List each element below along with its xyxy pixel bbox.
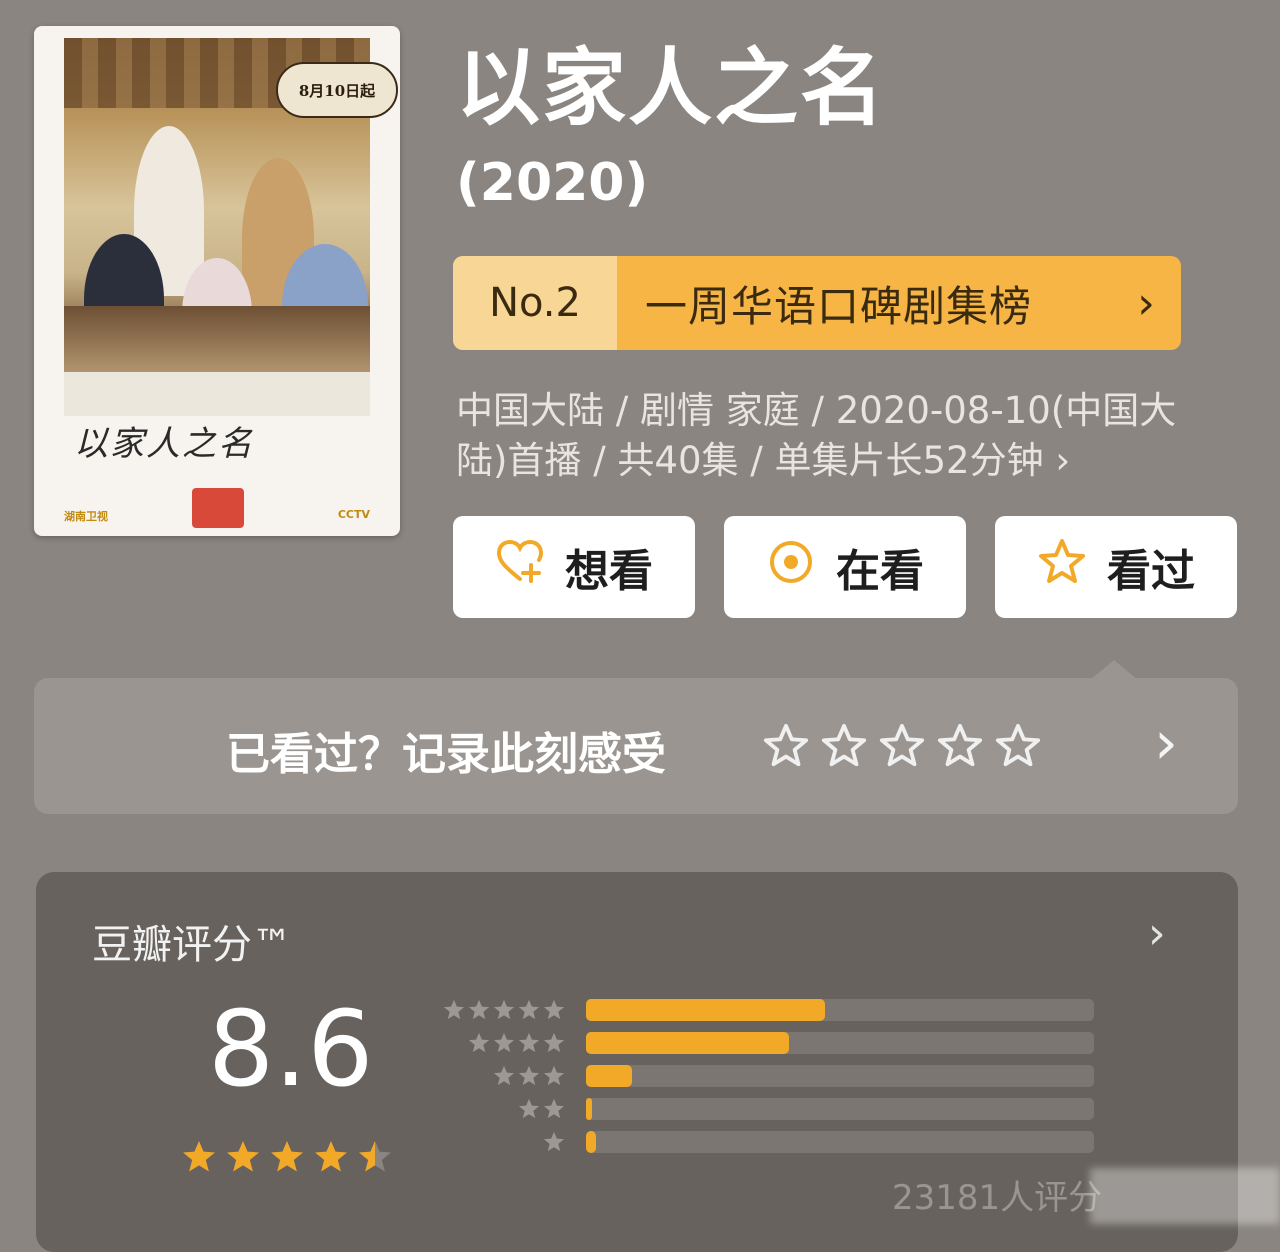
star-half-icon bbox=[359, 1141, 391, 1172]
star-filled-icon bbox=[227, 1141, 259, 1172]
star-filled-icon bbox=[493, 1065, 515, 1086]
distribution-row bbox=[436, 1128, 1094, 1156]
target-circle-icon bbox=[766, 537, 816, 598]
watermark bbox=[1090, 1168, 1280, 1224]
distribution-row bbox=[436, 1029, 1094, 1057]
distribution-row bbox=[436, 1062, 1094, 1090]
poster-cloth bbox=[64, 372, 370, 416]
star-outline-icon[interactable] bbox=[878, 722, 926, 770]
distribution-track bbox=[586, 1065, 1094, 1087]
chevron-right-icon[interactable]: › bbox=[1148, 908, 1166, 959]
star-filled-icon bbox=[543, 1131, 565, 1152]
star-filled-icon bbox=[468, 999, 490, 1020]
star-filled-icon bbox=[543, 999, 565, 1020]
douban-rating-card[interactable]: 豆瓣评分™ › 8.6 23181人评分 bbox=[36, 872, 1238, 1252]
distribution-track bbox=[586, 999, 1094, 1021]
panel-pointer bbox=[1090, 660, 1138, 680]
watched-label: 看过 bbox=[1107, 546, 1195, 597]
star-filled-icon bbox=[493, 1032, 515, 1053]
distribution-star-label bbox=[436, 1031, 566, 1055]
distribution-bar bbox=[586, 1065, 632, 1087]
rating-count: 23181人评分 bbox=[892, 1178, 1103, 1218]
want-to-watch-label: 想看 bbox=[565, 546, 653, 597]
star-filled-icon bbox=[315, 1141, 347, 1172]
rating-score: 8.6 bbox=[208, 988, 374, 1110]
poster-title-art: 以家人之名 bbox=[74, 424, 254, 464]
distribution-star-label bbox=[436, 1097, 566, 1121]
poster-footer: 湖南卫视 CCTV bbox=[34, 488, 400, 528]
star-filled-icon bbox=[518, 1065, 540, 1086]
chevron-right-icon: › bbox=[1137, 277, 1155, 329]
poster-footer-left: 湖南卫视 bbox=[64, 510, 108, 523]
rank-number: No.2 bbox=[453, 256, 617, 350]
watched-button[interactable]: 看过 bbox=[995, 516, 1237, 618]
distribution-track bbox=[586, 1098, 1094, 1120]
star-filled-icon bbox=[518, 999, 540, 1020]
distribution-row bbox=[436, 996, 1094, 1024]
distribution-bar bbox=[586, 1131, 597, 1153]
poster-image[interactable]: 8月10日起 以家人之名 湖南卫视 CCTV bbox=[34, 26, 400, 536]
star-outline-icon[interactable] bbox=[762, 722, 810, 770]
distribution-row bbox=[436, 1095, 1094, 1123]
rating-label: 豆瓣评分™ bbox=[92, 922, 292, 968]
distribution-star-label bbox=[436, 1064, 566, 1088]
distribution-track bbox=[586, 1131, 1094, 1153]
distribution-track bbox=[586, 1032, 1094, 1054]
star-filled-icon bbox=[468, 1032, 490, 1053]
distribution-star-label bbox=[436, 1130, 566, 1154]
poster-footer-right: CCTV bbox=[337, 508, 370, 521]
poster-table bbox=[64, 306, 370, 376]
rating-stars-display bbox=[180, 1138, 394, 1176]
rank-label: 一周华语口碑剧集榜 bbox=[645, 281, 1033, 331]
rank-banner[interactable]: No.2 一周华语口碑剧集榜 › bbox=[453, 256, 1181, 350]
star-filled-icon bbox=[518, 1032, 540, 1053]
distribution-star-label bbox=[436, 998, 566, 1022]
star-filled-icon bbox=[543, 1098, 565, 1119]
watching-label: 在看 bbox=[836, 546, 924, 597]
release-year: (2020) bbox=[456, 153, 649, 213]
star-outline-icon[interactable] bbox=[994, 722, 1042, 770]
star-outline-icon bbox=[1037, 537, 1087, 598]
distribution-bar bbox=[586, 1032, 790, 1054]
rating-stars-input[interactable] bbox=[762, 722, 1042, 770]
chevron-right-icon[interactable]: › bbox=[1154, 708, 1178, 778]
distribution-bar bbox=[586, 1098, 593, 1120]
star-filled-icon bbox=[271, 1141, 303, 1172]
poster-footer-logo bbox=[192, 488, 244, 528]
record-feeling-panel[interactable]: 已看过？记录此刻感受 › bbox=[34, 678, 1238, 814]
record-prompt: 已看过？记录此刻感受 bbox=[226, 729, 666, 780]
star-outline-icon[interactable] bbox=[820, 722, 868, 770]
watching-button[interactable]: 在看 bbox=[724, 516, 966, 618]
distribution-bar bbox=[586, 999, 825, 1021]
star-filled-icon bbox=[443, 999, 465, 1020]
page-title: 以家人之名 bbox=[456, 39, 887, 137]
star-filled-icon bbox=[493, 999, 515, 1020]
star-filled-icon bbox=[518, 1098, 540, 1119]
heart-plus-icon bbox=[495, 537, 545, 598]
star-filled-icon bbox=[183, 1141, 215, 1172]
star-filled-icon bbox=[543, 1032, 565, 1053]
meta-info[interactable]: 中国大陆 / 剧情 家庭 / 2020-08-10(中国大陆)首播 / 共40集… bbox=[456, 386, 1216, 486]
poster-date-badge: 8月10日起 bbox=[276, 62, 398, 118]
star-filled-icon bbox=[543, 1065, 565, 1086]
star-outline-icon[interactable] bbox=[936, 722, 984, 770]
want-to-watch-button[interactable]: 想看 bbox=[453, 516, 695, 618]
